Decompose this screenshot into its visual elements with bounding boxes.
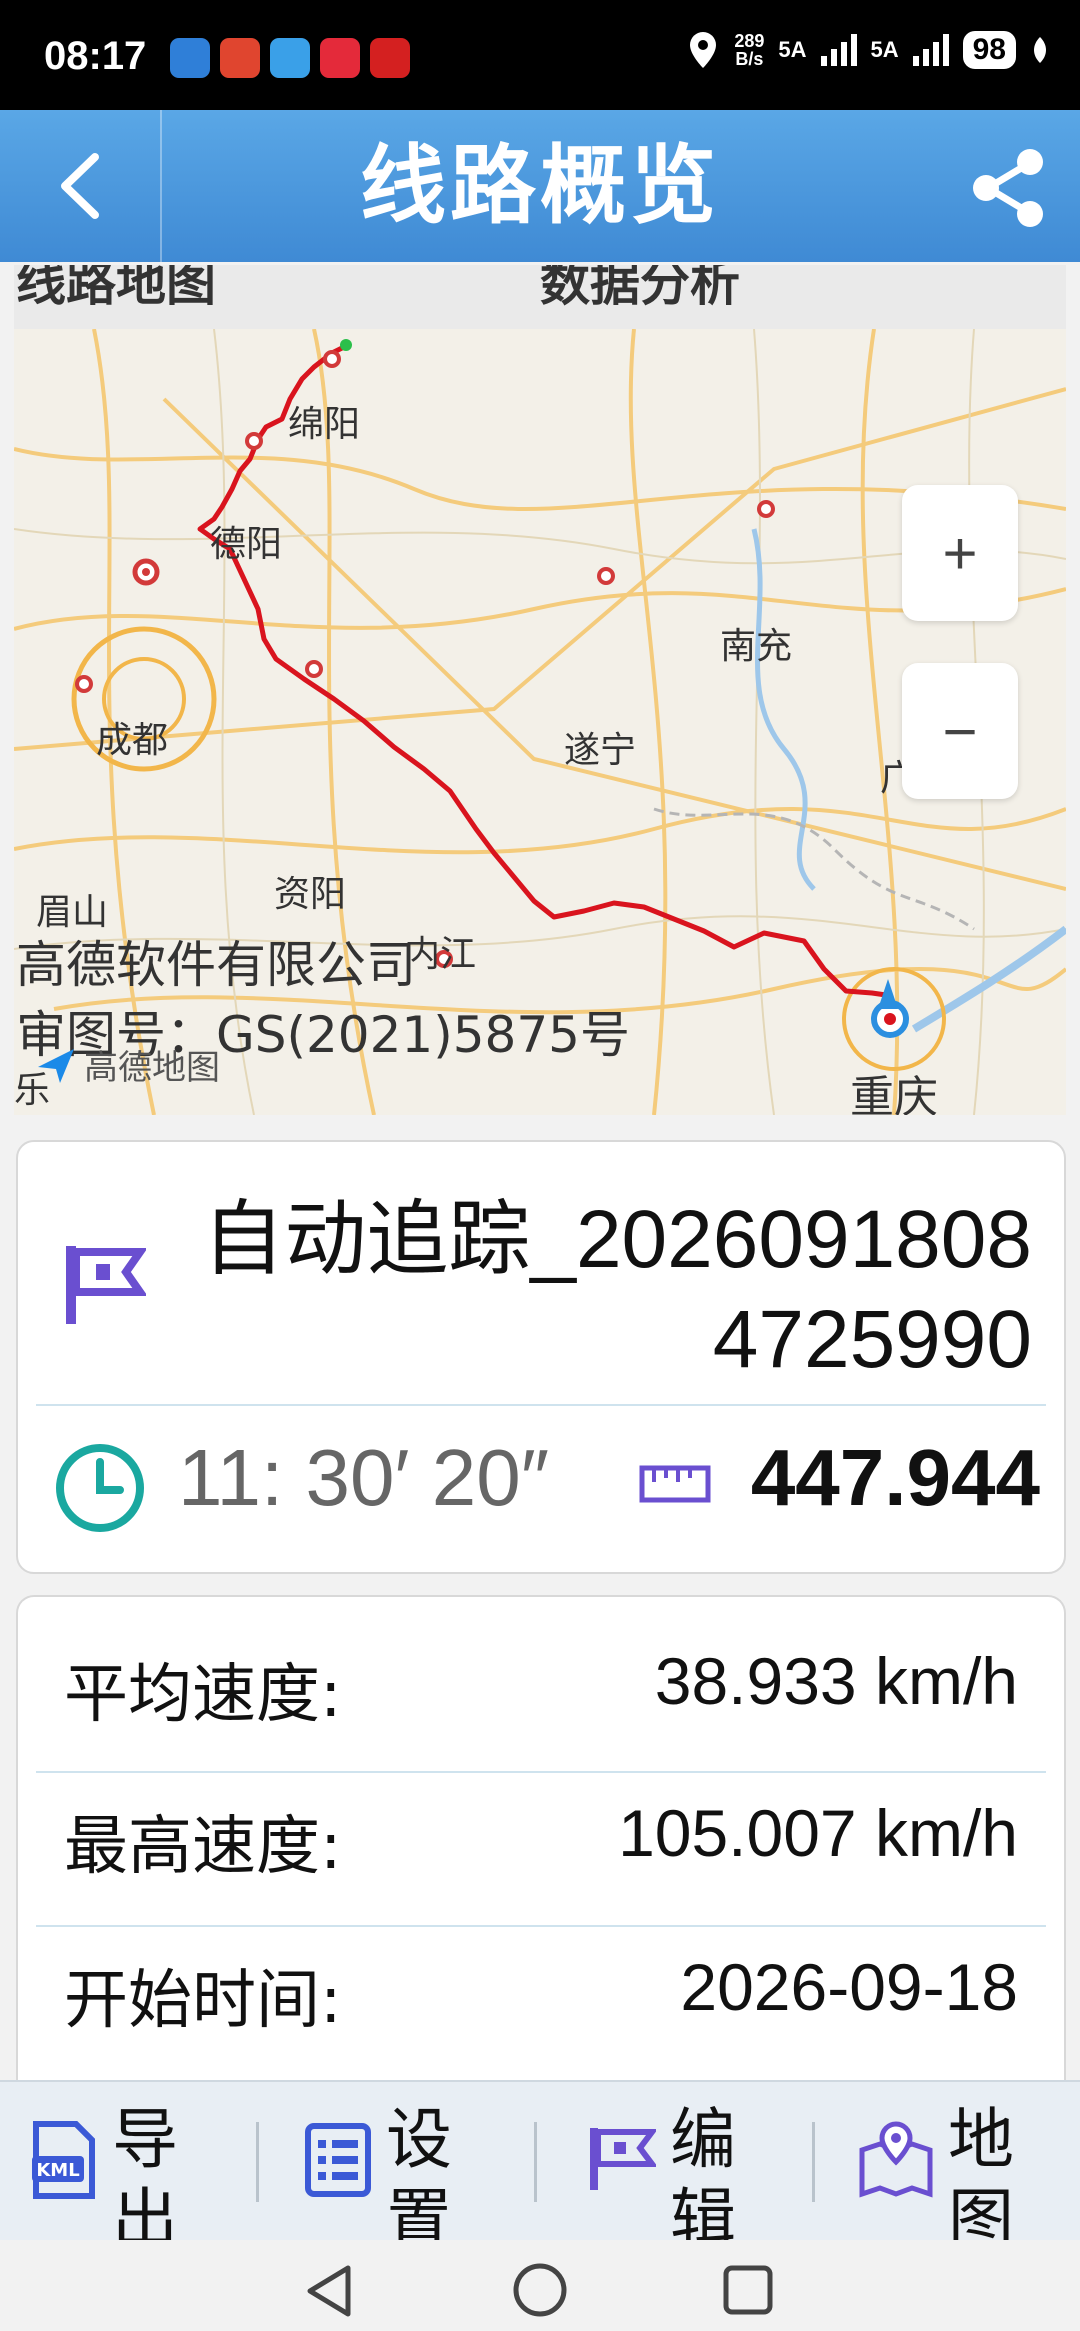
- toolbar-label: 地图: [948, 2101, 1014, 2242]
- page-title: 线路概览: [360, 136, 720, 236]
- map-city-label: 南充: [720, 626, 793, 667]
- edit-button[interactable]: 编辑: [588, 2092, 740, 2242]
- stat-row-average-speed: 平均速度: 38.933 km/h: [18, 1597, 1064, 1747]
- app-notification-icon: [220, 38, 260, 78]
- system-nav-bar: [0, 2240, 1080, 2331]
- export-button[interactable]: KML 导出: [30, 2092, 182, 2242]
- map-copyright: 高德软件有限公司: [16, 936, 416, 994]
- map-button[interactable]: 地图: [858, 2092, 1018, 2242]
- app-notification-icon: [170, 38, 210, 78]
- app-notification-icon: [320, 38, 360, 78]
- track-duration: 11: 30′ 20″: [178, 1433, 550, 1522]
- back-button[interactable]: [0, 110, 162, 262]
- map-icon: [859, 2121, 933, 2198]
- stat-row-max-speed: 最高速度: 105.007 km/h: [18, 1749, 1064, 1899]
- map-city-label: 资阳: [274, 874, 347, 915]
- location-icon: [690, 32, 717, 68]
- nav-back-icon[interactable]: [304, 2264, 354, 2318]
- network-rate: 289 B/s: [734, 31, 765, 69]
- stat-value: 105.007 km/h: [618, 1796, 1018, 1870]
- divider: [36, 1404, 1046, 1406]
- map-city-label: 德阳: [210, 524, 283, 565]
- toolbar-separator: [812, 2122, 815, 2202]
- tab-data-analysis[interactable]: 数据分析: [540, 265, 740, 315]
- flag-icon: [66, 1246, 146, 1324]
- map-tab-bar: 线路地图 数据分析: [14, 265, 1066, 329]
- status-bar: 08:17 289 B/s 5A 5A 98: [0, 0, 1080, 110]
- stat-label: 最高速度:: [64, 1810, 342, 1884]
- amap-logo-icon: [38, 1048, 74, 1083]
- app-notification-icon: [270, 38, 310, 78]
- app-notification-icon: [370, 38, 410, 78]
- share-icon[interactable]: [966, 146, 1050, 230]
- bottom-toolbar: KML 导出 设置 编辑 地图: [0, 2080, 1080, 2242]
- track-stats-card: 平均速度: 38.933 km/h 最高速度: 105.007 km/h 开始时…: [16, 1595, 1066, 2117]
- amap-logo-text: 高德地图: [84, 1048, 220, 1088]
- toolbar-label: 导出: [112, 2101, 178, 2242]
- tab-route-map[interactable]: 线路地图: [16, 265, 216, 315]
- stat-label: 平均速度:: [64, 1658, 342, 1732]
- flag-icon: [590, 2128, 656, 2190]
- app-header: 线路概览: [0, 110, 1080, 262]
- stat-label: 开始时间:: [64, 1964, 342, 2038]
- nav-home-icon[interactable]: [512, 2262, 568, 2318]
- zoom-out-button[interactable]: −: [902, 663, 1018, 799]
- toolbar-separator: [534, 2122, 537, 2202]
- status-indicators: 289 B/s 5A 5A 98: [686, 30, 1050, 70]
- map-city-label: 成都: [96, 720, 169, 761]
- leaf-icon: [1034, 37, 1046, 63]
- svg-text:KML: KML: [36, 2160, 79, 2181]
- kml-file-icon: KML: [32, 2121, 95, 2199]
- stat-row-start-time: 开始时间: 2026-09-18: [18, 1903, 1064, 2053]
- signal-bars-icon: [820, 34, 857, 66]
- signal-strength-2: 5A: [870, 37, 899, 62]
- zoom-in-button[interactable]: +: [902, 485, 1018, 621]
- map-city-label: 重庆: [850, 1072, 938, 1115]
- nav-recents-icon[interactable]: [722, 2264, 774, 2316]
- signal-bars-icon: [912, 34, 949, 66]
- toolbar-label: 设置: [386, 2101, 452, 2242]
- signal-strength-1: 5A: [778, 37, 807, 62]
- amap-logo: 高德地图: [34, 1040, 220, 1089]
- track-info-card: 自动追踪_20260918084725990 11: 30′ 20″ 447.9…: [16, 1140, 1066, 1574]
- clock-icon: [56, 1444, 144, 1532]
- stat-value: 2026-09-18: [680, 1950, 1018, 2024]
- map-city-label: 遂宁: [564, 730, 637, 771]
- stat-value: 38.933 km/h: [654, 1644, 1018, 1718]
- toolbar-label: 编辑: [670, 2101, 736, 2242]
- track-distance: 447.944: [750, 1433, 1040, 1522]
- status-app-icons: [170, 38, 410, 78]
- list-icon: [305, 2123, 371, 2197]
- map-city-label: 绵阳: [288, 404, 361, 445]
- ruler-icon: [639, 1465, 711, 1503]
- track-name: 自动追踪_20260918084725990: [202, 1194, 1032, 1385]
- chevron-left-icon: [61, 153, 99, 219]
- status-time: 08:17: [44, 34, 147, 78]
- settings-button[interactable]: 设置: [304, 2092, 456, 2242]
- battery-level: 98: [962, 31, 1016, 69]
- route-map[interactable]: 线路地图 数据分析 绵阳 德阳 南充 成都 遂宁 广 眉山 资阳 内江 重庆 乐…: [14, 265, 1066, 1115]
- toolbar-separator: [256, 2122, 259, 2202]
